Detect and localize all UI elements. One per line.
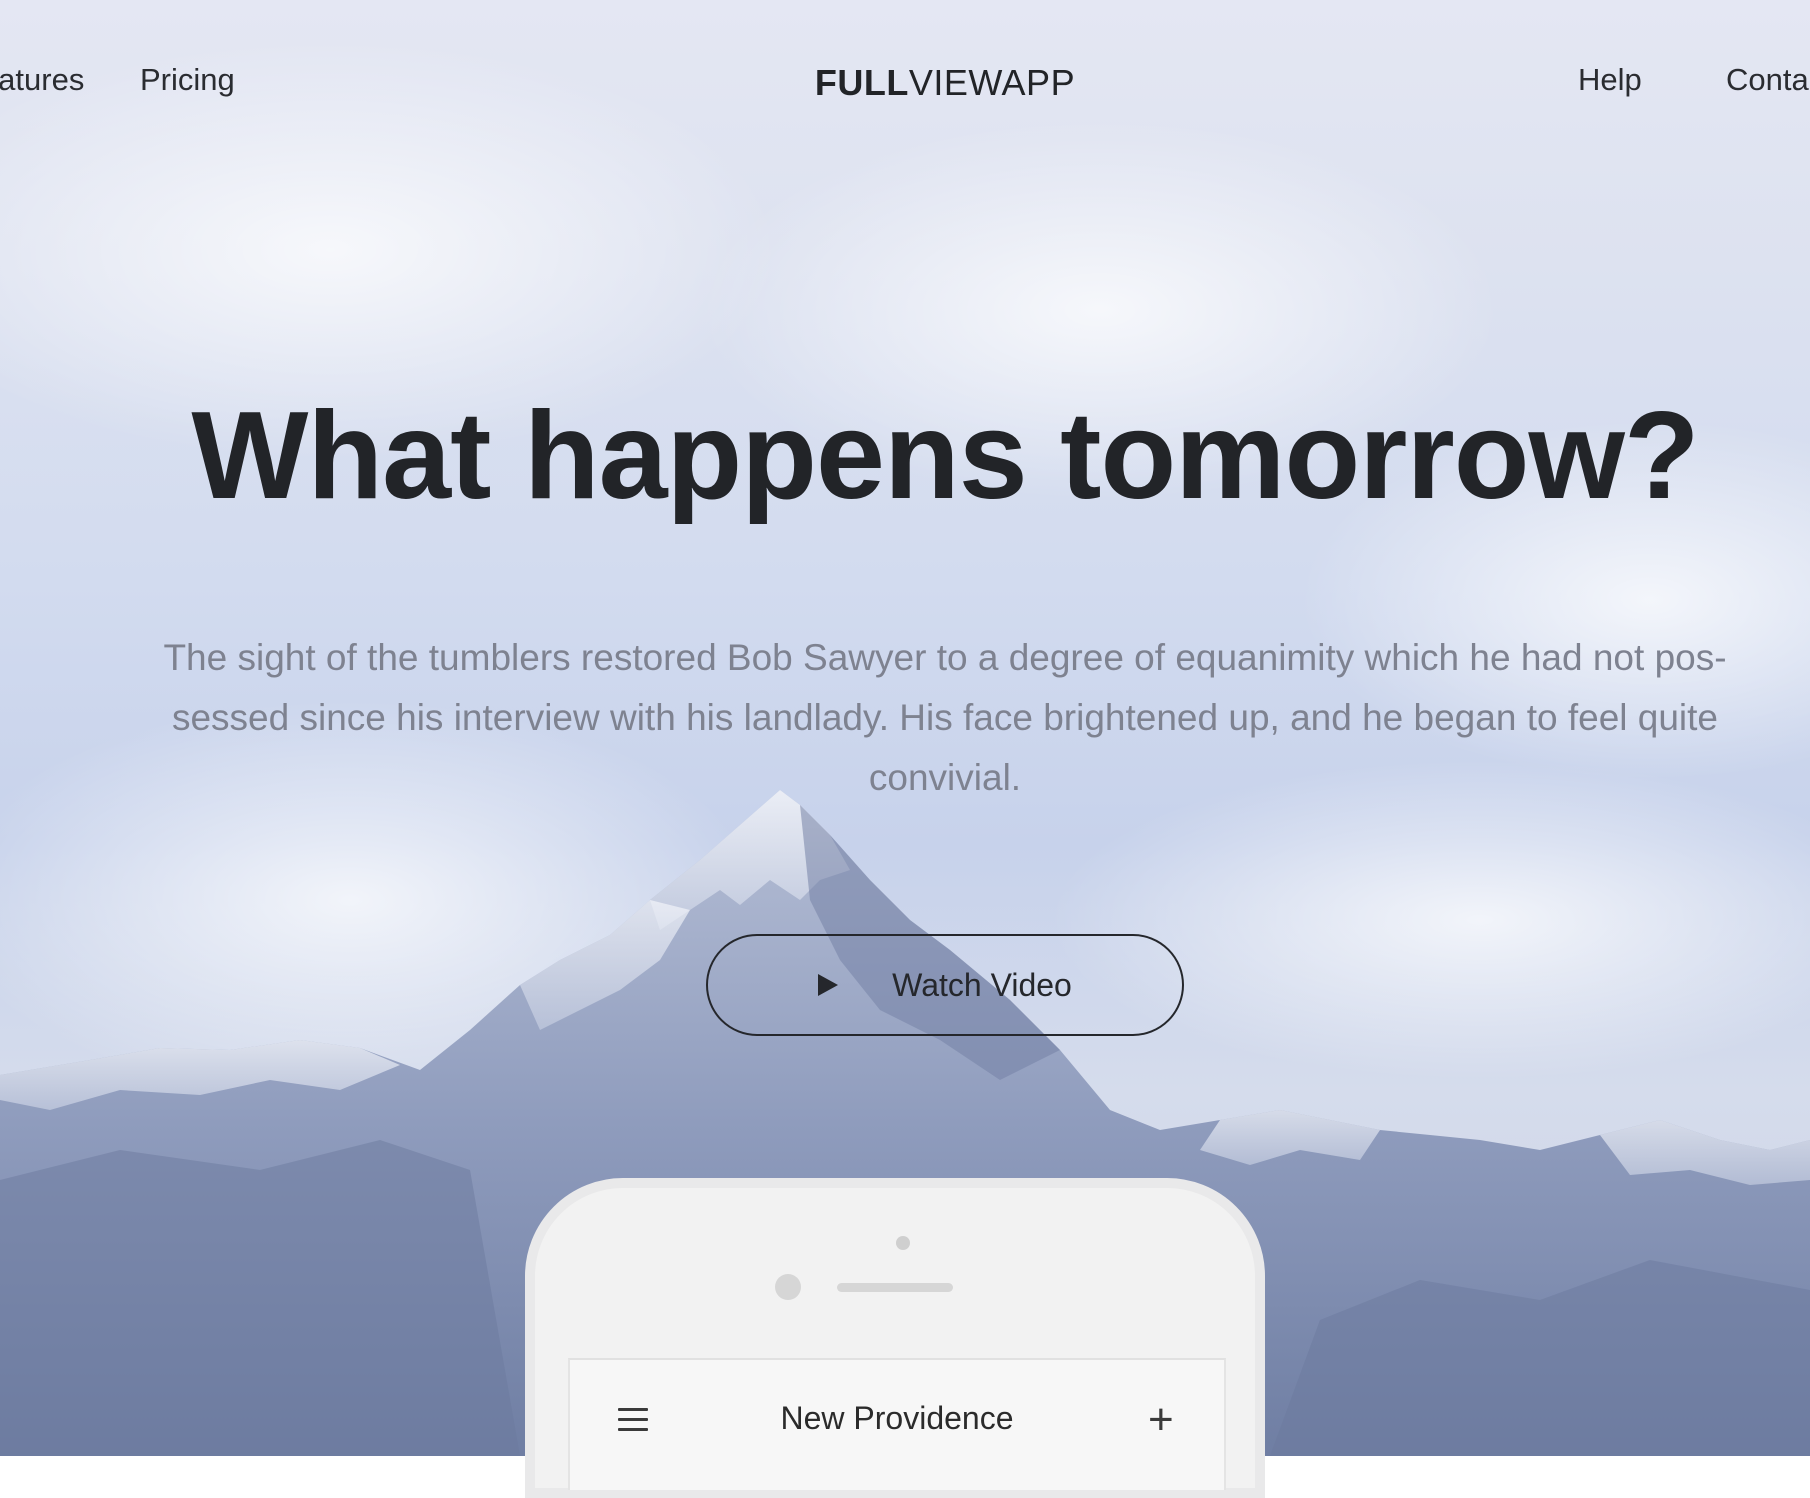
logo-bold-text: FULL (814, 62, 909, 103)
phone-sensor-icon (775, 1274, 801, 1300)
hero-subtitle: The sight of the tumblers restored Bob S… (163, 637, 1727, 798)
watch-video-button[interactable]: Watch Video (706, 934, 1184, 1036)
nav-link-contact[interactable]: Contact (1726, 62, 1810, 98)
phone-app-bar: New Providence + (568, 1358, 1226, 1490)
phone-app-title: New Providence (780, 1400, 1014, 1436)
play-icon (818, 974, 839, 996)
brand-logo[interactable]: FULLVIEWAPP (0, 62, 1810, 104)
logo-light-text: VIEWAPP (908, 62, 1076, 103)
hero-title: What happens tomorrow? (191, 387, 1699, 525)
plus-icon[interactable]: + (1148, 1398, 1174, 1442)
phone-speaker-icon (837, 1283, 953, 1292)
phone-mockup: New Providence + (525, 1178, 1265, 1498)
nav-link-help[interactable]: Help (1578, 62, 1642, 98)
phone-camera-icon (896, 1236, 910, 1250)
watch-video-label: Watch Video (892, 966, 1072, 1003)
